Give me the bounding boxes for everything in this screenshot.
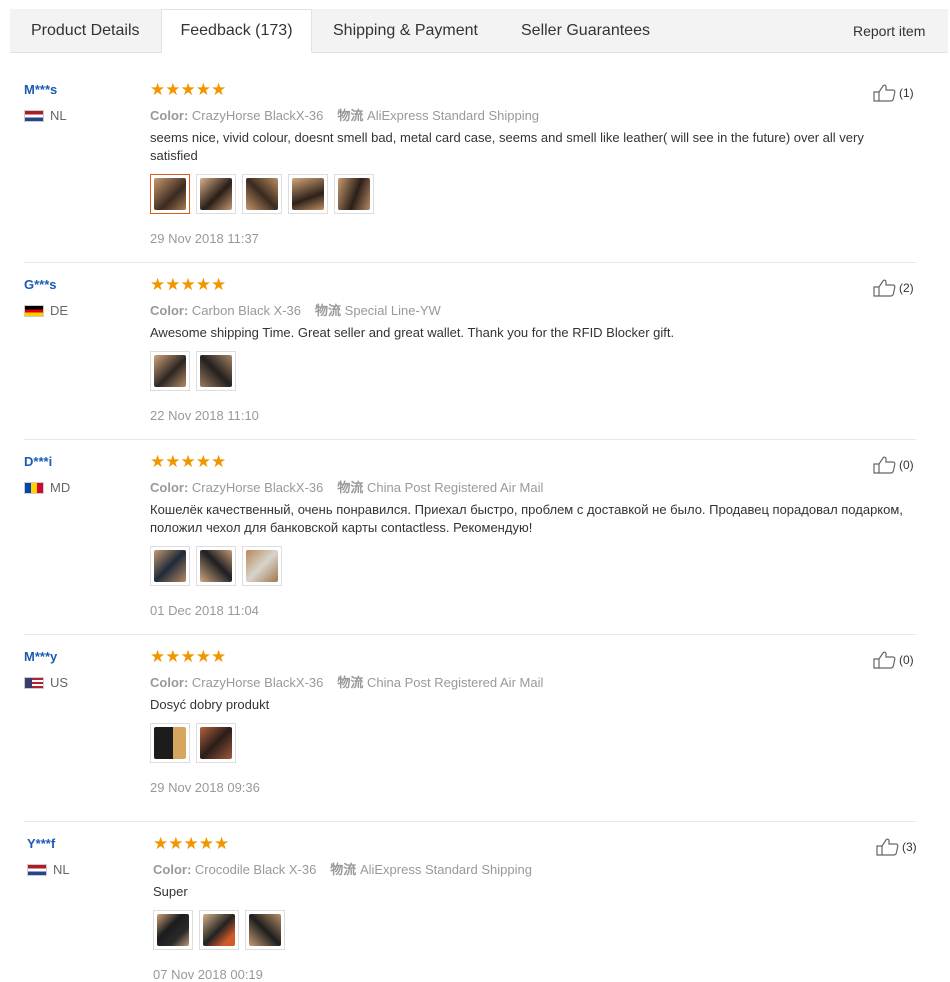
review-meta: Color: CrazyHorse BlackX-36 物流 AliExpress… (150, 108, 540, 123)
review-photos (153, 910, 285, 950)
review-photo-thumb[interactable] (150, 546, 190, 586)
review-meta: Color: CrazyHorse BlackX-36 物流 China Post… (150, 480, 544, 495)
tab-bar: Product Details Feedback (173) Shipping … (10, 9, 948, 53)
review-photo-thumb[interactable] (196, 351, 236, 391)
review-photo-thumb[interactable] (196, 546, 236, 586)
reviewer-country: NL (27, 862, 70, 877)
rating-stars: ★★★★★ (150, 647, 227, 666)
review-date: 07 Nov 2018 00:19 (153, 967, 263, 982)
review-photo-thumb[interactable] (288, 174, 328, 214)
thumbs-up-icon (873, 84, 896, 102)
review-photos (150, 546, 282, 586)
helpful-button[interactable]: (1) (873, 84, 914, 102)
review-photo-thumb[interactable] (150, 351, 190, 391)
review-photo-thumb[interactable] (196, 174, 236, 214)
review-meta: Color: CrazyHorse BlackX-36 物流 China Post… (150, 675, 544, 690)
review-text: seems nice, vivid colour, doesnt smell b… (150, 130, 864, 163)
rating-stars: ★★★★★ (150, 275, 227, 294)
flag-md-icon (24, 481, 44, 494)
review-meta: Color: Carbon Black X-36 物流 Special Line-… (150, 303, 441, 318)
review-divider (24, 439, 916, 440)
review-photo-thumb[interactable] (199, 910, 239, 950)
rating-stars: ★★★★★ (150, 452, 227, 471)
rating-stars: ★★★★★ (150, 80, 227, 99)
review-photo-thumb[interactable] (153, 910, 193, 950)
review-divider (24, 634, 916, 635)
helpful-button[interactable]: (3) (876, 838, 917, 856)
reviewer-country: US (24, 675, 68, 690)
reviewer-country: MD (24, 480, 70, 495)
tab-seller-guarantees[interactable]: Seller Guarantees (521, 9, 650, 53)
rating-stars: ★★★★★ (153, 834, 230, 853)
review-photos (150, 351, 236, 391)
review-photos (150, 723, 236, 763)
review-photo-thumb[interactable] (334, 174, 374, 214)
helpful-button[interactable]: (0) (873, 651, 914, 669)
review-text: Кошелёк качественный, очень понравился. … (150, 502, 903, 535)
review-photo-thumb[interactable] (150, 723, 190, 763)
review-meta: Color: Crocodile Black X-36 物流 AliExpress… (153, 862, 532, 877)
flag-us-icon (24, 676, 44, 689)
flag-nl-icon (24, 109, 44, 122)
thumbs-up-icon (876, 838, 899, 856)
review-divider (24, 262, 916, 263)
review-date: 29 Nov 2018 11:37 (150, 231, 259, 246)
thumbs-up-icon (873, 651, 896, 669)
review-divider (24, 821, 916, 822)
reviewer-country: DE (24, 303, 68, 318)
review-photo-thumb[interactable] (150, 174, 190, 214)
flag-nl-icon (27, 863, 47, 876)
tab-shipping-payment[interactable]: Shipping & Payment (333, 9, 478, 53)
reviewer-name[interactable]: D***i (24, 454, 52, 469)
review-date: 22 Nov 2018 11:10 (150, 408, 259, 423)
reviewer-name[interactable]: G***s (24, 277, 57, 292)
thumbs-up-icon (873, 279, 896, 297)
helpful-button[interactable]: (2) (873, 279, 914, 297)
reviewer-name[interactable]: Y***f (27, 836, 55, 851)
review-photos (150, 174, 374, 214)
report-item-link[interactable]: Report item (853, 9, 925, 53)
review-photo-thumb[interactable] (242, 174, 282, 214)
reviewer-name[interactable]: M***y (24, 649, 57, 664)
review-photo-thumb[interactable] (245, 910, 285, 950)
thumbs-up-icon (873, 456, 896, 474)
review-photo-thumb[interactable] (196, 723, 236, 763)
review-photo-thumb[interactable] (242, 546, 282, 586)
tab-product-details[interactable]: Product Details (31, 9, 140, 53)
helpful-button[interactable]: (0) (873, 456, 914, 474)
reviewer-name[interactable]: M***s (24, 82, 57, 97)
review-date: 29 Nov 2018 09:36 (150, 780, 260, 795)
flag-de-icon (24, 304, 44, 317)
review-date: 01 Dec 2018 11:04 (150, 603, 259, 618)
reviewer-country: NL (24, 108, 67, 123)
review-text: Dosyć dobry produkt (150, 697, 270, 712)
review-text: Awesome shipping Time. Great seller and … (150, 325, 675, 340)
tab-feedback[interactable]: Feedback (173) (161, 9, 312, 53)
review-text: Super (153, 884, 188, 899)
